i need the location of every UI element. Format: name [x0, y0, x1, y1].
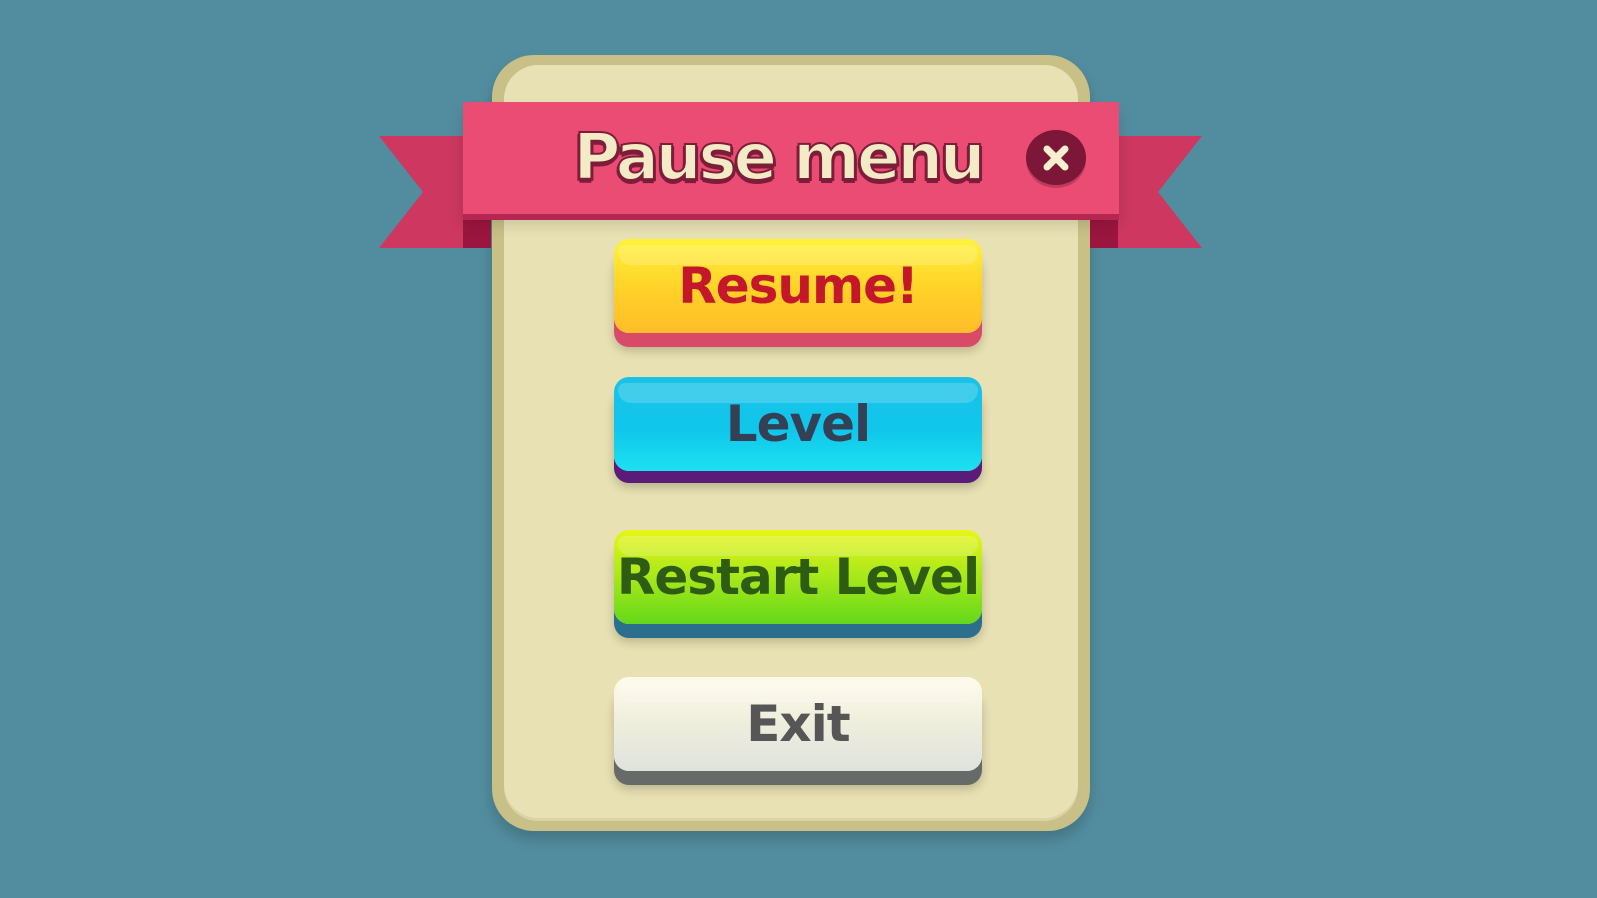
- exit-button-label: Exit: [746, 695, 850, 753]
- exit-button[interactable]: Exit: [614, 677, 982, 771]
- title-ribbon: Pause menu: [463, 102, 1119, 214]
- resume-button-label: Resume!: [678, 257, 919, 315]
- restart-level-button[interactable]: Restart Level: [614, 530, 982, 624]
- close-icon: [1043, 145, 1069, 170]
- page-title: Pause menu: [573, 120, 987, 196]
- resume-button[interactable]: Resume!: [614, 239, 982, 333]
- level-button[interactable]: Level: [614, 377, 982, 471]
- close-button[interactable]: [1026, 130, 1086, 185]
- restart-level-button-label: Restart Level: [616, 548, 980, 606]
- level-button-label: Level: [725, 395, 871, 453]
